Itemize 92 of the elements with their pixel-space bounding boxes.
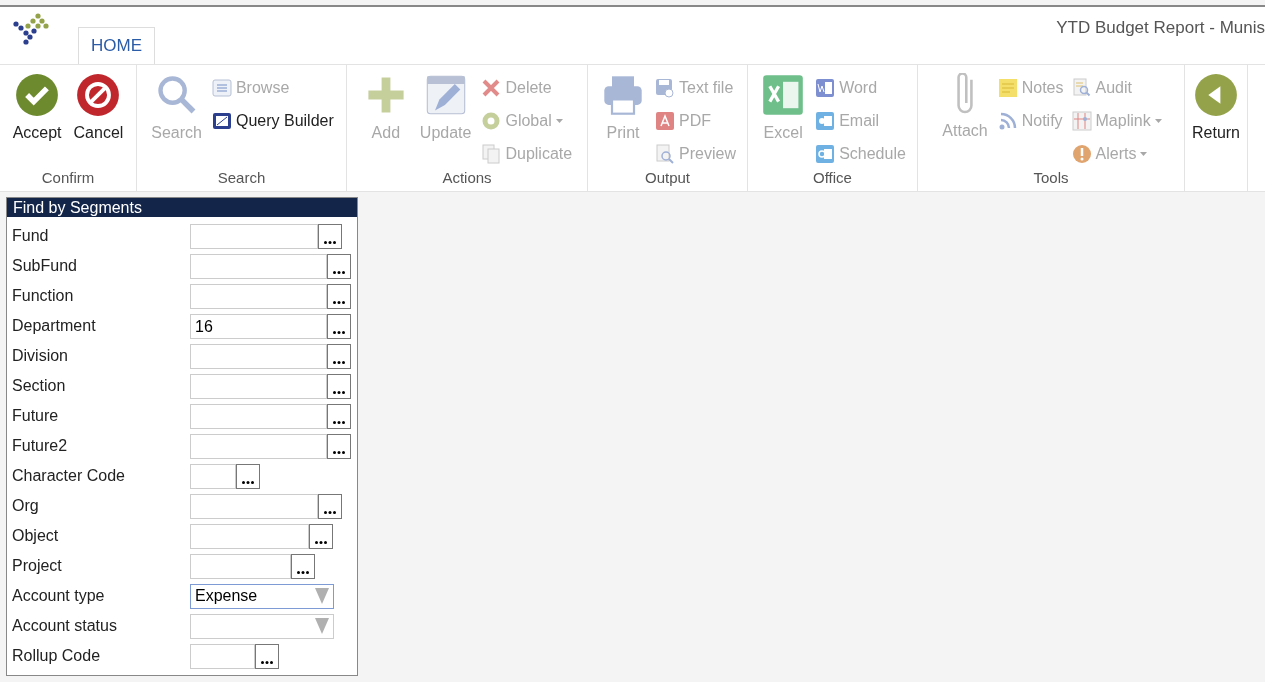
lookup-button[interactable]: [327, 403, 351, 429]
ribbon-button[interactable]: Cancel: [71, 73, 126, 167]
lookup-button[interactable]: [318, 223, 342, 249]
document-icon: [815, 78, 836, 98]
ellipsis-icon: [333, 330, 345, 334]
field-label: Account type: [11, 586, 106, 606]
ribbon-button[interactable]: Return: [1190, 73, 1242, 191]
input-field[interactable]: [190, 373, 327, 399]
documents-icon: [481, 144, 502, 164]
field-label: Org: [11, 496, 40, 516]
dropdown-caret-icon: [1140, 152, 1148, 156]
field-label: Future2: [11, 436, 69, 456]
field-label: Rollup Code: [11, 646, 102, 666]
map-icon: [1071, 111, 1092, 131]
x-icon: [481, 78, 502, 98]
group-label: Search: [217, 168, 266, 188]
ellipsis-icon: [261, 660, 273, 664]
panel-title: Find by Segments: [7, 198, 357, 217]
input-field[interactable]: [190, 643, 255, 669]
input-field[interactable]: [190, 553, 291, 579]
lookup-button[interactable]: [327, 373, 351, 399]
ribbon-button[interactable]: Query Builder: [211, 108, 334, 134]
ellipsis-icon: [333, 300, 345, 304]
ellipsis-icon: [333, 360, 345, 364]
input-field[interactable]: [190, 493, 318, 519]
ellipsis-icon: [333, 270, 345, 274]
field-label: Project: [11, 556, 63, 576]
lookup-button[interactable]: [327, 253, 351, 279]
dropdown-arrow-icon: [315, 618, 329, 634]
field-label: Division: [11, 346, 69, 366]
lookup-button[interactable]: [318, 493, 342, 519]
lookup-button[interactable]: [236, 463, 260, 489]
group-label: Actions: [442, 168, 492, 188]
input-field[interactable]: [190, 403, 327, 429]
spreadsheet-icon: [761, 73, 806, 117]
dropdown-caret-icon: [555, 119, 563, 123]
field-label: Department: [11, 316, 97, 336]
field-label: Character Code: [11, 466, 126, 486]
ellipsis-icon: [242, 480, 254, 484]
input-field[interactable]: [190, 283, 327, 309]
cancel-icon: [76, 73, 121, 117]
note-icon: [997, 78, 1018, 98]
lookup-button[interactable]: [255, 643, 279, 669]
exclamation-icon: [1071, 144, 1092, 164]
grid-chart-icon: [211, 111, 232, 131]
ellipsis-icon: [333, 420, 345, 424]
input-field[interactable]: [190, 343, 327, 369]
magnifier-page-icon: [655, 144, 676, 164]
field-label: Fund: [11, 226, 50, 246]
ellipsis-icon: [315, 540, 327, 544]
pdf-icon: [655, 111, 676, 131]
paperclip-icon: [956, 73, 974, 115]
dropdown-field[interactable]: [190, 613, 334, 639]
lookup-button[interactable]: [327, 313, 351, 339]
save-file-icon: [655, 78, 676, 98]
field-label: SubFund: [11, 256, 78, 276]
ribbon-tab[interactable]: HOME: [78, 27, 155, 64]
field-label: Function: [11, 286, 75, 306]
ellipsis-icon: [324, 240, 336, 244]
ribbon-button[interactable]: Accept: [10, 73, 64, 167]
input-field[interactable]: [190, 463, 236, 489]
input-field[interactable]: [190, 523, 309, 549]
ellipsis-icon: [333, 390, 345, 394]
lookup-button[interactable]: [309, 523, 333, 549]
lookup-button[interactable]: [327, 283, 351, 309]
window-title: YTD Budget Report - Munis: [1056, 17, 1265, 39]
ellipsis-icon: [333, 450, 345, 454]
list-icon: [211, 78, 232, 98]
lookup-button[interactable]: [327, 433, 351, 459]
report-search-icon: [1071, 78, 1092, 98]
dropdown-field[interactable]: Expense: [190, 583, 334, 609]
group-label: Confirm: [41, 168, 95, 188]
ring-icon: [481, 111, 502, 131]
ellipsis-icon: [324, 510, 336, 514]
lookup-button[interactable]: [291, 553, 315, 579]
feed-icon: [997, 111, 1018, 131]
group-label: Tools: [1033, 168, 1069, 188]
lookup-button[interactable]: [327, 343, 351, 369]
ellipsis-icon: [297, 570, 309, 574]
field-label: Account status: [11, 616, 118, 636]
checkmark-icon: [15, 73, 60, 117]
input-field[interactable]: [190, 223, 318, 249]
field-label: Object: [11, 526, 60, 546]
dropdown-caret-icon: [1154, 119, 1162, 123]
input-field[interactable]: 16: [190, 313, 327, 339]
field-label: Future: [11, 406, 60, 426]
input-field[interactable]: [190, 433, 327, 459]
group-label: Office: [813, 168, 852, 188]
dropdown-arrow-icon: [315, 588, 329, 604]
input-field[interactable]: [190, 253, 327, 279]
field-label: Section: [11, 376, 67, 396]
group-label: Output: [645, 168, 690, 188]
